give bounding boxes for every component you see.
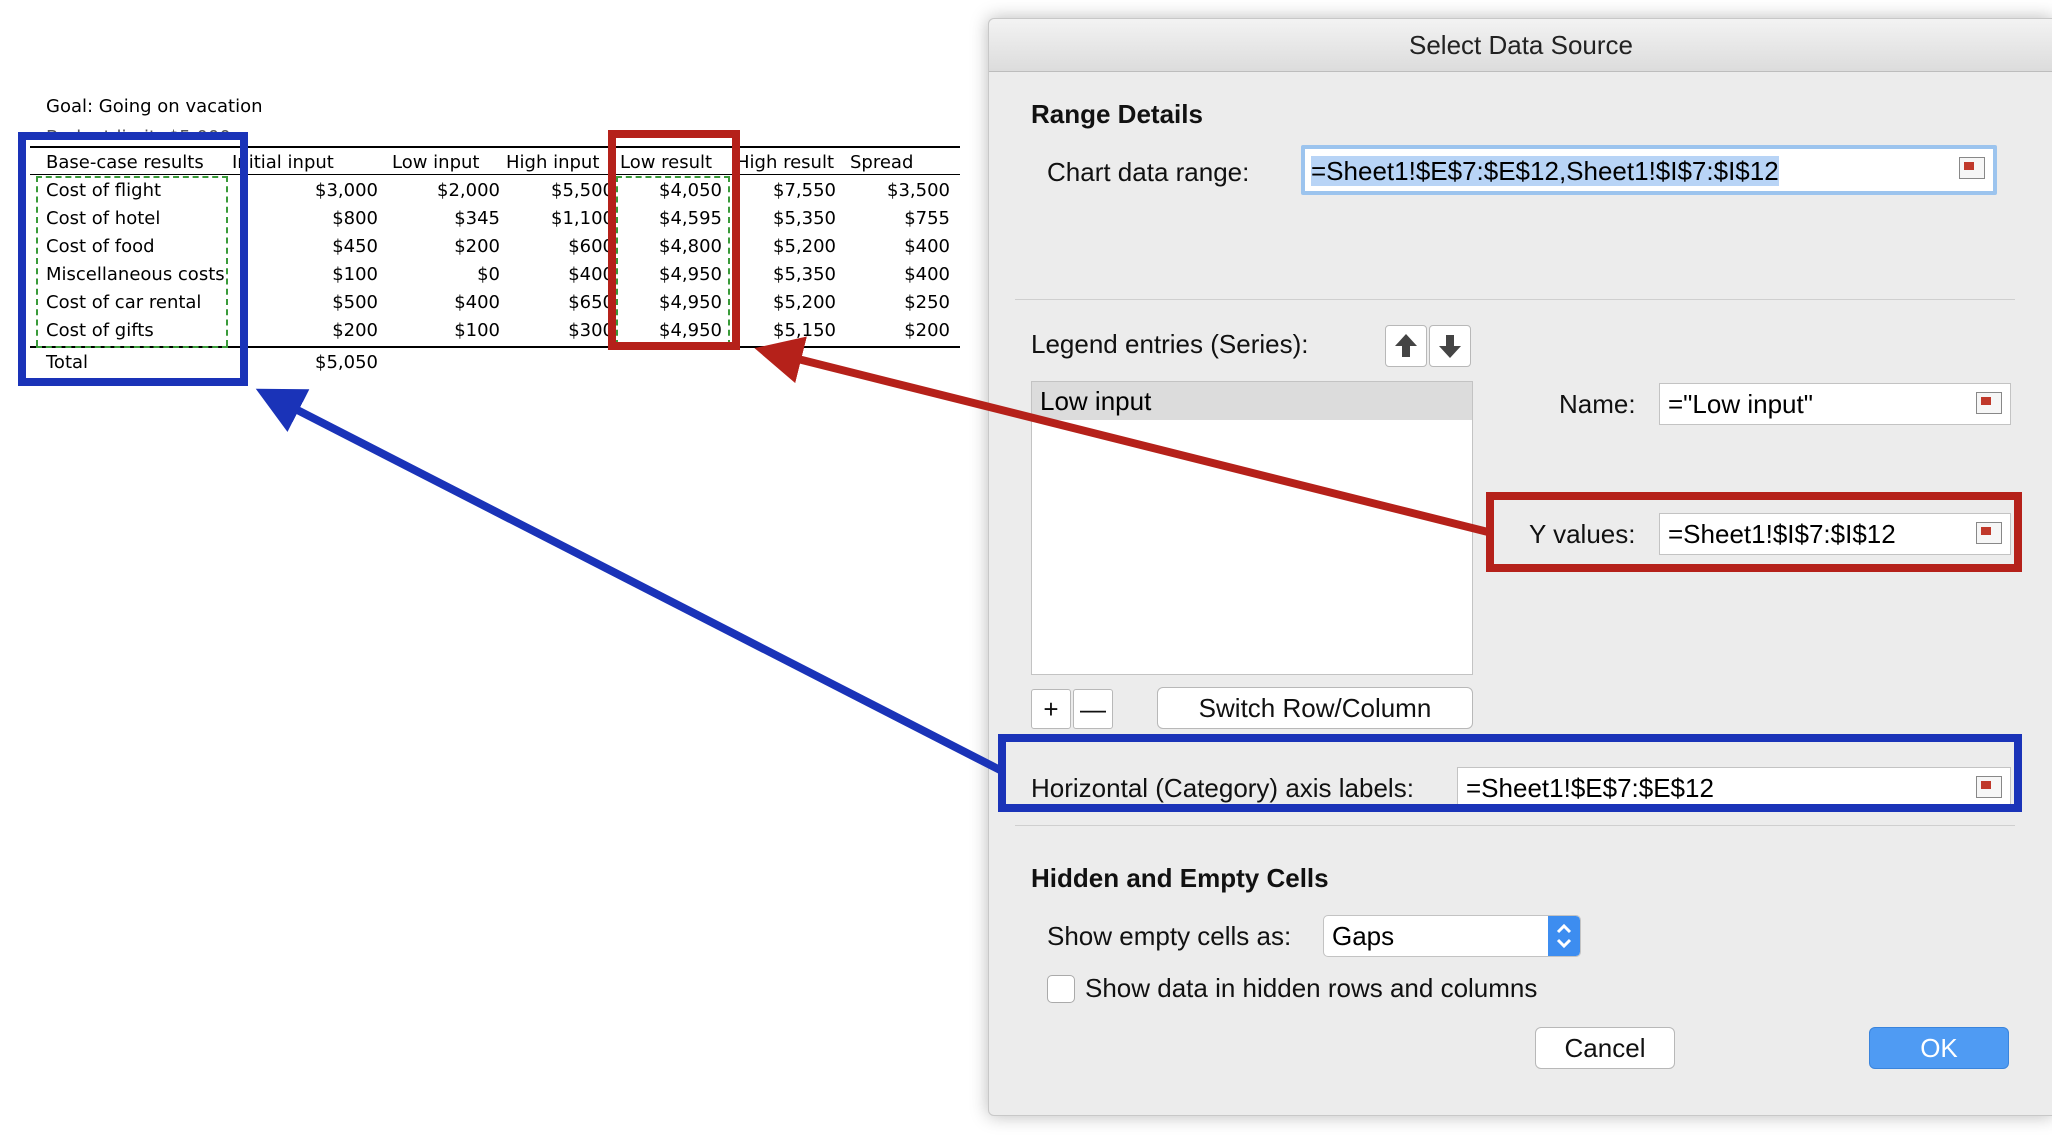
blue-arrow xyxy=(255,388,1002,774)
red-arrow xyxy=(754,336,1489,536)
annotation-arrows xyxy=(255,336,1489,774)
